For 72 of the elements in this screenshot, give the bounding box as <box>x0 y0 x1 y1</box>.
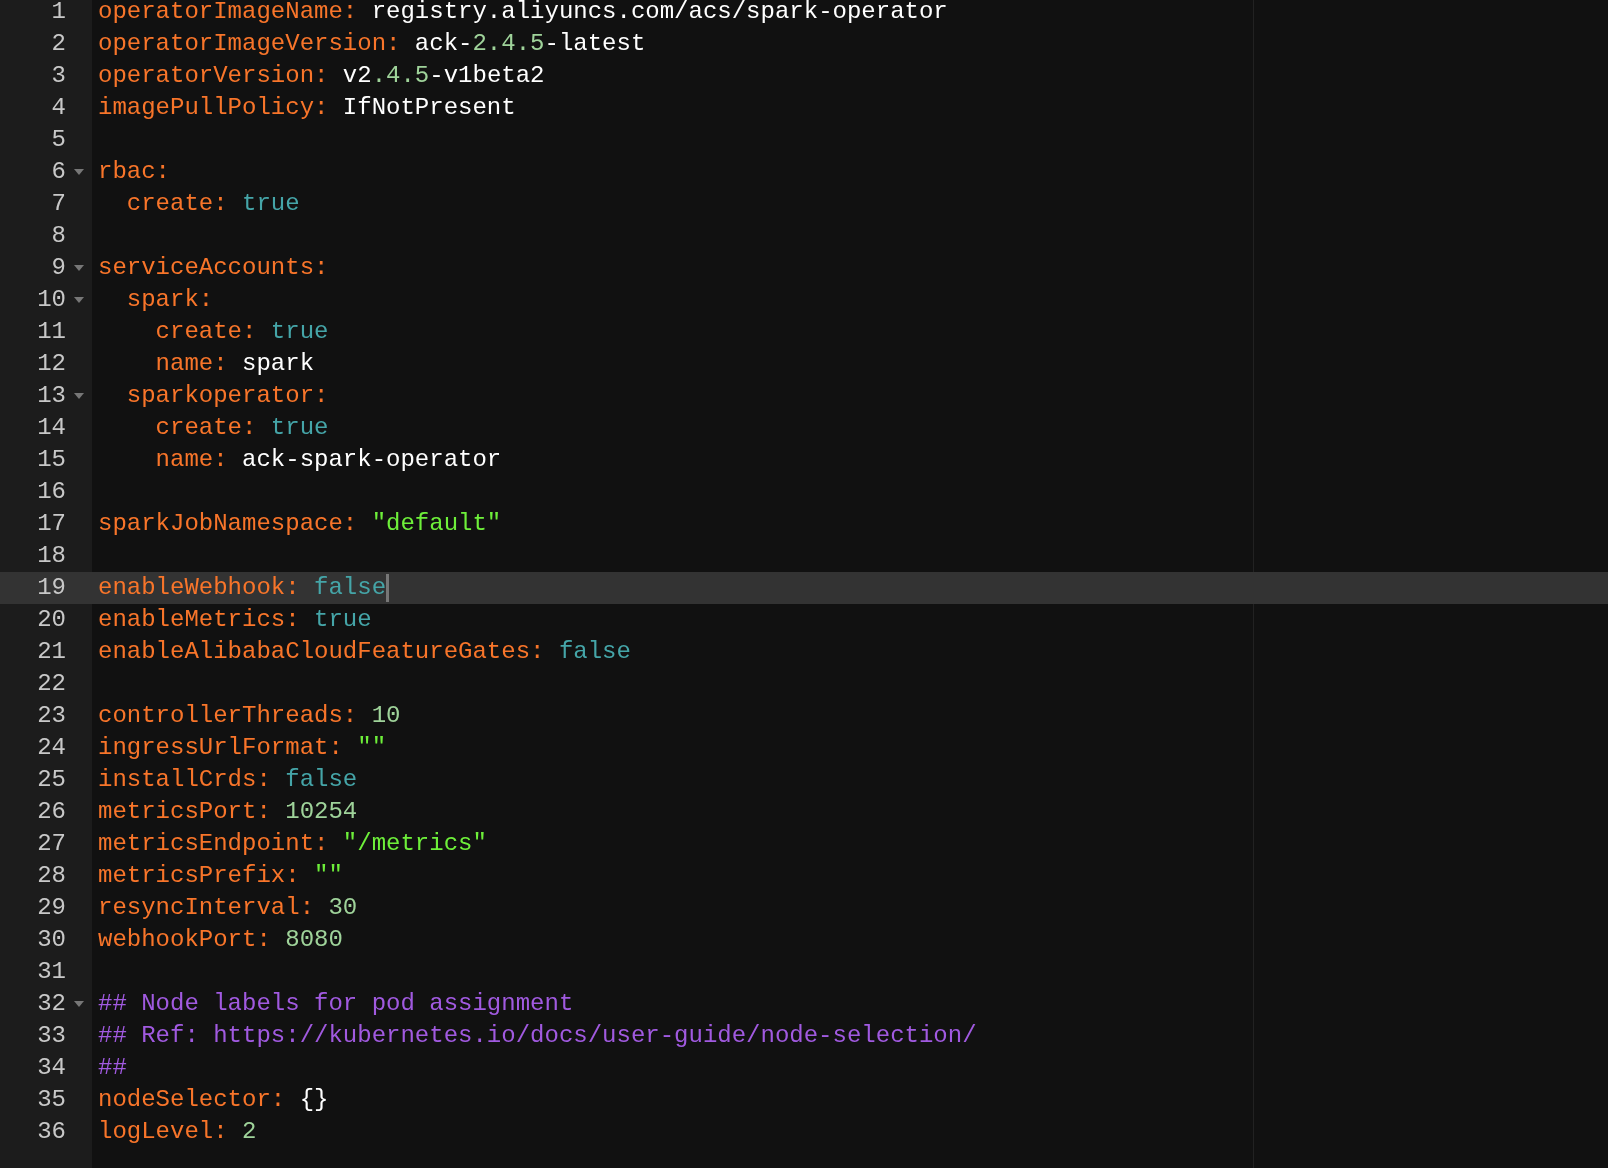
line-number: 10 <box>36 288 66 312</box>
line-number: 19 <box>36 576 66 600</box>
code-line: metricsEndpoint: "/metrics" <box>98 832 487 856</box>
code-line: ## <box>98 1056 127 1080</box>
line-number: 15 <box>36 448 66 472</box>
line-number: 32 <box>36 992 66 1016</box>
code-line: resyncInterval: 30 <box>98 896 358 920</box>
line-number: 27 <box>36 832 66 856</box>
line-number: 13 <box>36 384 66 408</box>
line-number: 21 <box>36 640 66 664</box>
code-line: logLevel: 2 <box>98 1120 257 1144</box>
code-line: ## Node labels for pod assignment <box>98 992 574 1016</box>
line-number: 11 <box>36 320 66 344</box>
code-line: sparkoperator: <box>125 384 329 408</box>
code-line: installCrds: false <box>98 768 358 792</box>
line-number: 7 <box>50 192 66 216</box>
code-line: nodeSelector: {} <box>98 1088 329 1112</box>
code-line: spark: <box>125 288 214 312</box>
code-line: operatorImageVersion: ack-2.4.5-latest <box>98 32 646 56</box>
code-line: imagePullPolicy: IfNotPresent <box>98 96 516 120</box>
code-line: operatorVersion: v2.4.5-v1beta2 <box>98 64 545 88</box>
line-number: 6 <box>50 160 66 184</box>
code-line: operatorImageName: registry.aliyuncs.com/acs/spark-operator <box>98 0 948 24</box>
text-cursor <box>386 574 390 602</box>
code-line: serviceAccounts: <box>98 256 329 280</box>
line-number: 29 <box>36 896 66 920</box>
line-number: 4 <box>50 96 66 120</box>
line-number: 5 <box>50 128 66 152</box>
line-number: 18 <box>36 544 66 568</box>
code-line: enableMetrics: true <box>98 608 372 632</box>
code-line: metricsPrefix: "" <box>98 864 343 888</box>
line-number: 2 <box>50 32 66 56</box>
line-number: 25 <box>36 768 66 792</box>
line-number: 31 <box>36 960 66 984</box>
line-number: 8 <box>50 224 66 248</box>
fold-caret-icon[interactable] <box>74 393 84 399</box>
code-line: create: true <box>154 416 329 440</box>
line-number: 3 <box>50 64 66 88</box>
code-line: name: spark <box>154 352 315 376</box>
fold-caret-icon[interactable] <box>74 297 84 303</box>
line-number: 28 <box>36 864 66 888</box>
code-line: ## Ref: https://kubernetes.io/docs/user-guide/node-selection/ <box>98 1024 977 1048</box>
code-line: name: ack-spark-operator <box>154 448 502 472</box>
line-number: 12 <box>36 352 66 376</box>
line-number: 34 <box>36 1056 66 1080</box>
code-line: metricsPort: 10254 <box>98 800 358 824</box>
code-line: ingressUrlFormat: "" <box>98 736 387 760</box>
line-number: 22 <box>36 672 66 696</box>
line-number: 35 <box>36 1088 66 1112</box>
line-number: 24 <box>36 736 66 760</box>
line-number: 23 <box>36 704 66 728</box>
code-line: create: true <box>125 192 300 216</box>
line-number: 20 <box>36 608 66 632</box>
line-number: 16 <box>36 480 66 504</box>
fold-caret-icon[interactable] <box>74 265 84 271</box>
fold-caret-icon[interactable] <box>74 1001 84 1007</box>
line-number: 17 <box>36 512 66 536</box>
line-number: 14 <box>36 416 66 440</box>
code-line: create: true <box>154 320 329 344</box>
code-line: sparkJobNamespace: "default" <box>98 512 502 536</box>
line-number: 26 <box>36 800 66 824</box>
line-number: 30 <box>36 928 66 952</box>
code-line: enableWebhook: false <box>98 576 387 600</box>
line-number: 1 <box>50 0 66 24</box>
fold-caret-icon[interactable] <box>74 169 84 175</box>
code-line: webhookPort: 8080 <box>98 928 343 952</box>
line-number: 33 <box>36 1024 66 1048</box>
line-number: 9 <box>50 256 66 280</box>
code-line: enableAlibabaCloudFeatureGates: false <box>98 640 631 664</box>
code-line: rbac: <box>98 160 170 184</box>
line-number: 36 <box>36 1120 66 1144</box>
code-line: controllerThreads: 10 <box>98 704 401 728</box>
